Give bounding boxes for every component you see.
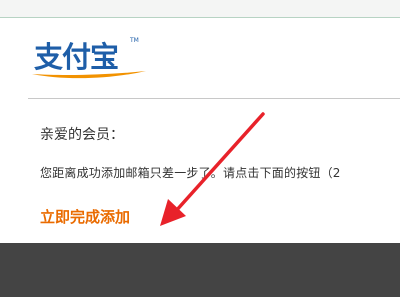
alipay-logo: 支付宝 TM — [32, 37, 146, 79]
top-strip — [0, 0, 400, 18]
logo-text: 支付宝 — [34, 40, 118, 74]
arrow-shaft — [173, 112, 265, 214]
message-text: 您距离成功添加邮箱只差一步了。请点击下面的按钮（2 — [40, 166, 341, 180]
complete-add-link[interactable]: 立即完成添加 — [40, 206, 130, 227]
header-divider — [28, 98, 400, 99]
footer-dark-band — [0, 243, 400, 297]
greeting-text: 亲爱的会员： — [40, 127, 124, 143]
logo-tm: TM — [129, 37, 139, 44]
arrow-head — [160, 199, 186, 226]
